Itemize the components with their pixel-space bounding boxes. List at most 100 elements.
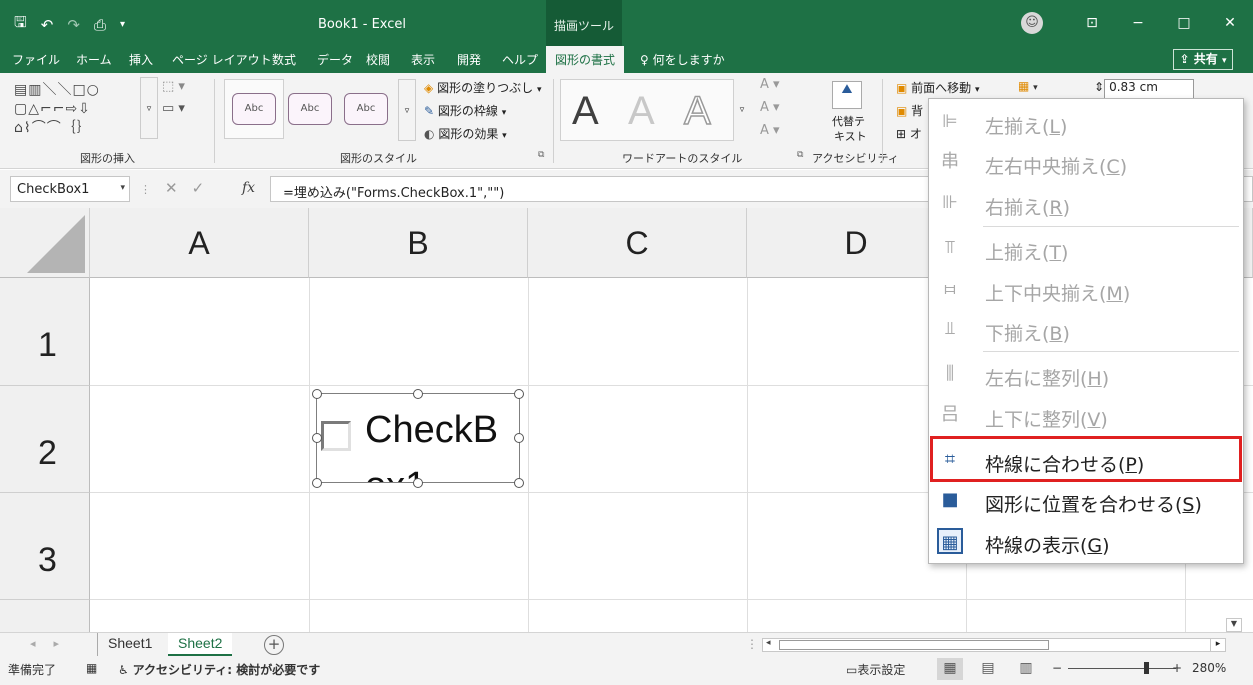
- shape-style-2[interactable]: Abc: [288, 93, 332, 125]
- redo-icon[interactable]: ↷: [67, 16, 80, 34]
- menu-item-snap-to-grid[interactable]: ⌗ 枠線に合わせる(P): [929, 441, 1243, 481]
- checkbox-square[interactable]: [321, 421, 351, 451]
- minimize-button[interactable]: −: [1115, 15, 1161, 31]
- enter-icon[interactable]: ✓: [192, 179, 219, 197]
- tab-shape-format[interactable]: 図形の書式: [546, 46, 625, 73]
- ribbon-display-options-icon[interactable]: ⊡: [1069, 15, 1115, 31]
- tab-home[interactable]: ホーム: [76, 51, 112, 68]
- resize-handle[interactable]: [413, 389, 423, 399]
- customize-qat-icon[interactable]: ▾: [120, 19, 125, 30]
- resize-handle[interactable]: [514, 389, 524, 399]
- tab-file[interactable]: ファイル: [12, 51, 60, 68]
- macro-record-icon[interactable]: ▦: [86, 661, 97, 675]
- cancel-icon[interactable]: ✕: [165, 179, 192, 197]
- shape-style-3[interactable]: Abc: [344, 93, 388, 125]
- send-backward-button[interactable]: ▣ 背: [896, 102, 923, 119]
- wordart-more-button[interactable]: ▿: [734, 79, 750, 141]
- dialog-launcher-icon[interactable]: ⧉: [797, 150, 803, 160]
- print-preview-icon[interactable]: ⎙: [94, 16, 106, 34]
- text-box-icon[interactable]: ▭ ▾: [162, 101, 185, 116]
- scroll-left-arrow-icon[interactable]: ◂: [766, 638, 771, 648]
- tab-insert[interactable]: 挿入: [129, 51, 153, 68]
- close-button[interactable]: ✕: [1207, 15, 1253, 31]
- tab-data[interactable]: データ: [317, 51, 353, 68]
- resize-handle[interactable]: [312, 389, 322, 399]
- menu-item-snap-to-shape[interactable]: ■ 図形に位置を合わせる(S): [929, 481, 1243, 521]
- alt-text-icon[interactable]: ⛰: [832, 81, 862, 109]
- tab-help[interactable]: ヘルプ: [502, 51, 538, 68]
- tab-review[interactable]: 校閲: [366, 51, 390, 68]
- dialog-launcher-icon[interactable]: ⧉: [538, 150, 544, 160]
- column-header-b[interactable]: B: [309, 208, 528, 278]
- row-header-4[interactable]: [0, 600, 90, 632]
- row-header-1[interactable]: 1: [0, 278, 90, 386]
- insert-function-icon[interactable]: fx: [242, 180, 255, 196]
- scroll-down-arrow-icon[interactable]: ▼: [1226, 618, 1242, 632]
- menu-item-align-top[interactable]: ⫪ 上揃え(T): [929, 229, 1243, 269]
- page-break-preview-icon[interactable]: ▥: [1013, 658, 1039, 680]
- zoom-slider-thumb[interactable]: [1144, 662, 1149, 674]
- zoom-in-button[interactable]: +: [1172, 661, 1182, 675]
- zoom-out-button[interactable]: −: [1052, 661, 1062, 675]
- menu-item-distribute-vertically[interactable]: 吕 上下に整列(V): [929, 396, 1243, 436]
- shape-effects-button[interactable]: ◐ 図形の効果 ▾: [424, 125, 507, 142]
- select-all-corner[interactable]: [0, 208, 90, 278]
- shape-fill-button[interactable]: ◈ 図形の塗りつぶし ▾: [424, 79, 542, 96]
- text-fill-icon[interactable]: A ▾: [760, 77, 780, 92]
- tell-me-search[interactable]: ♀ 何をしますか: [640, 51, 725, 68]
- chevron-down-icon[interactable]: ▾: [120, 183, 125, 193]
- align-button[interactable]: ▦ ▾: [1018, 79, 1038, 93]
- maximize-button[interactable]: □: [1161, 15, 1207, 31]
- menu-item-align-center[interactable]: 串 左右中央揃え(C): [929, 143, 1243, 183]
- resize-handle[interactable]: [312, 433, 322, 443]
- normal-view-icon[interactable]: ▦: [937, 658, 963, 680]
- scroll-right-arrow-icon[interactable]: ▸: [1210, 638, 1226, 652]
- row-header-3[interactable]: 3: [0, 493, 90, 600]
- shape-height-field[interactable]: ⇕ 0.83 cm: [1094, 79, 1195, 99]
- shapes-gallery[interactable]: ▤▥＼＼□○ ▢△⌐⌐⇨⇩ ⌂⌇⌒⌒｛｝: [14, 81, 154, 141]
- text-outline-icon[interactable]: A ▾: [760, 100, 780, 115]
- sheet-tab-sheet2[interactable]: Sheet2: [168, 633, 233, 656]
- edit-shape-icon[interactable]: ⬚ ▾: [162, 79, 185, 94]
- resize-handle[interactable]: [413, 478, 423, 488]
- horizontal-scrollbar[interactable]: ◂: [762, 638, 1226, 652]
- tab-page-layout[interactable]: ページ レイアウト: [172, 51, 272, 68]
- add-sheet-button[interactable]: +: [264, 635, 284, 655]
- splitter-handle-icon[interactable]: ⋮: [746, 637, 758, 651]
- resize-handle[interactable]: [312, 478, 322, 488]
- sheet-tab-sheet1[interactable]: Sheet1: [97, 633, 162, 656]
- row-header-2[interactable]: 2: [0, 386, 90, 493]
- selection-pane-button[interactable]: ⊞ オ: [896, 125, 922, 142]
- undo-icon[interactable]: ↶: [41, 16, 54, 34]
- checkbox-control[interactable]: CheckBox1: [316, 393, 520, 483]
- menu-item-align-left[interactable]: ⊫ 左揃え(L): [929, 103, 1243, 143]
- alt-text-button[interactable]: 代替テ: [832, 113, 865, 129]
- zoom-level[interactable]: 280%: [1192, 661, 1226, 675]
- shape-styles-more-button[interactable]: ▿: [398, 79, 416, 141]
- prev-sheet-icon[interactable]: ◂: [30, 637, 54, 650]
- tab-formulas[interactable]: 数式: [272, 51, 296, 68]
- menu-item-align-bottom[interactable]: ⫫ 下揃え(B): [929, 310, 1243, 350]
- menu-item-align-middle[interactable]: ⧦ 上下中央揃え(M): [929, 270, 1243, 310]
- menu-item-distribute-horizontally[interactable]: ⫼ 左右に整列(H): [929, 355, 1243, 395]
- text-effects-icon[interactable]: A ▾: [760, 123, 780, 138]
- resize-handle[interactable]: [514, 433, 524, 443]
- column-header-a[interactable]: A: [90, 208, 309, 278]
- account-avatar-icon[interactable]: ☺: [1021, 12, 1043, 34]
- save-icon[interactable]: 🖫: [14, 12, 27, 37]
- tab-developer[interactable]: 開発: [457, 51, 481, 68]
- wordart-style-1[interactable]: A: [572, 89, 599, 134]
- column-header-c[interactable]: C: [528, 208, 747, 278]
- wordart-style-3[interactable]: A: [683, 88, 711, 134]
- resize-handle[interactable]: [514, 478, 524, 488]
- scrollbar-thumb[interactable]: [779, 640, 1049, 650]
- tab-view[interactable]: 表示: [411, 51, 435, 68]
- zoom-slider[interactable]: [1068, 668, 1176, 669]
- shape-outline-button[interactable]: ✎ 図形の枠線 ▾: [424, 102, 506, 119]
- name-box[interactable]: CheckBox1 ▾: [10, 176, 130, 202]
- wordart-style-2[interactable]: A: [628, 89, 655, 134]
- shapes-gallery-more-button[interactable]: ▿: [140, 77, 158, 139]
- bring-forward-button[interactable]: ▣ 前面へ移動 ▾: [896, 79, 980, 96]
- share-button[interactable]: ⇪ 共有 ▾: [1173, 49, 1233, 70]
- display-settings-button[interactable]: ▭表示設定: [846, 661, 905, 678]
